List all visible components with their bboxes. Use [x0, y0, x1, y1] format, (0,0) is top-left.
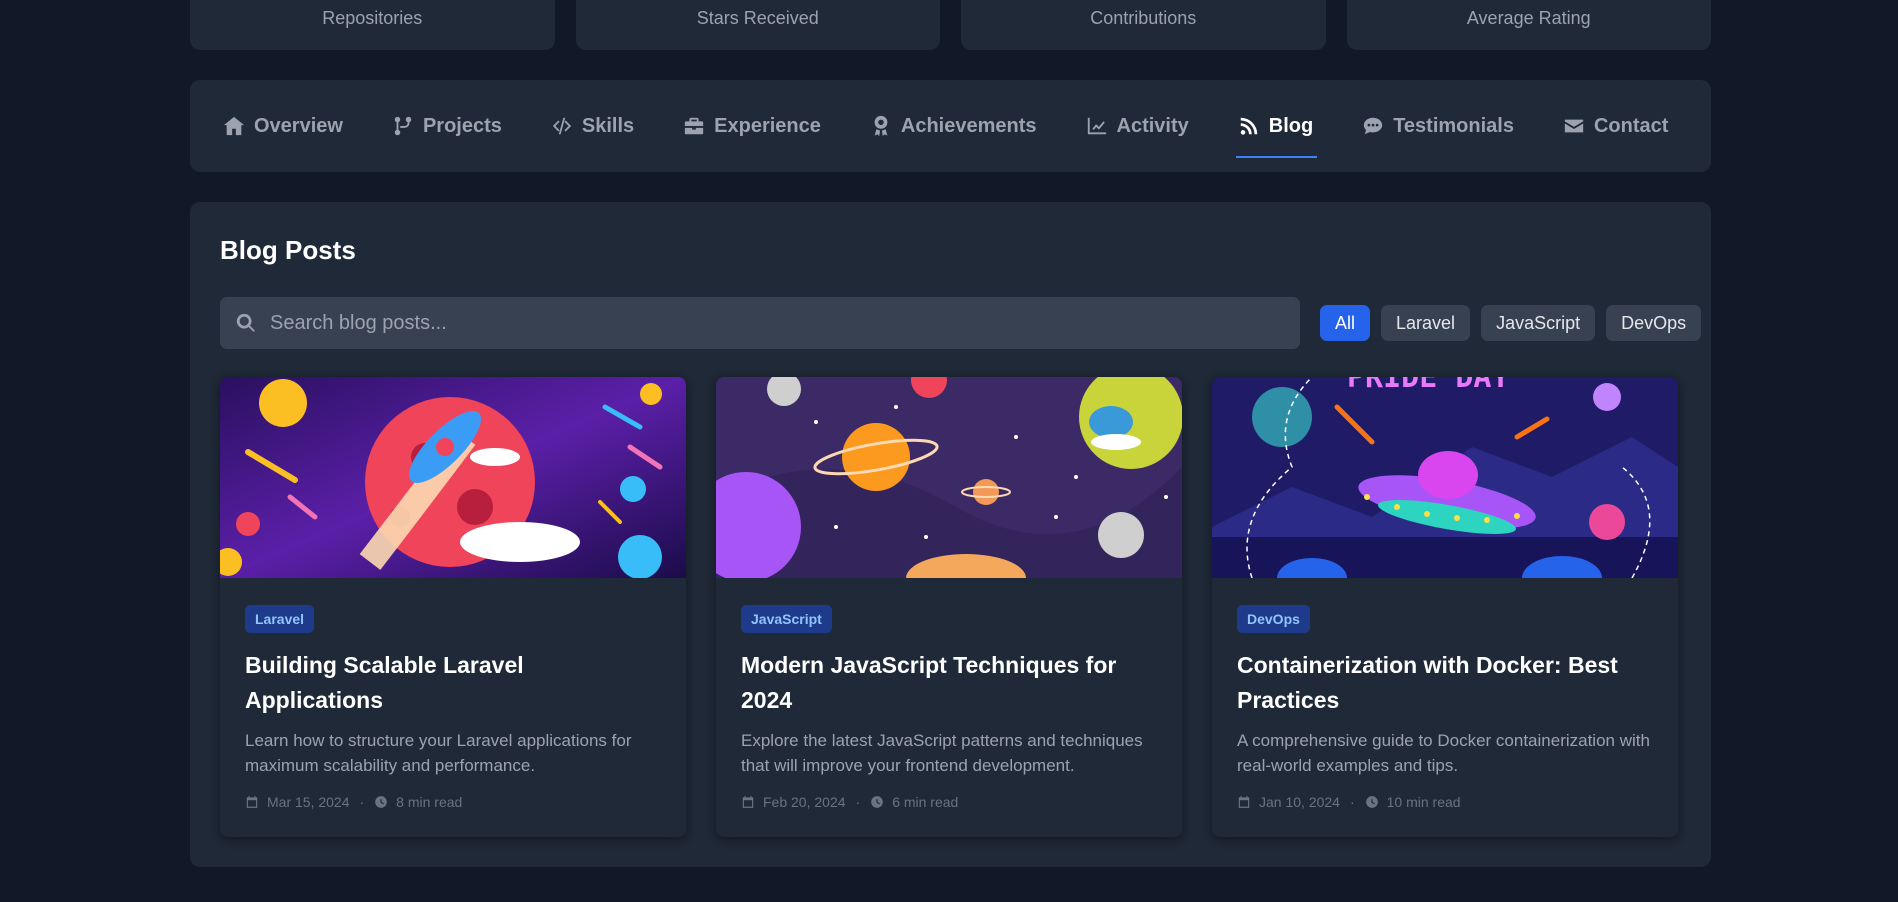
post-tag[interactable]: JavaScript [741, 605, 832, 633]
stat-label: Contributions [1090, 8, 1197, 28]
post-date: Mar 15, 2024 [267, 794, 350, 810]
tab-label: Skills [581, 114, 635, 137]
clock-icon [375, 796, 388, 808]
image-banner-text: PRIDE DAY [1347, 377, 1510, 395]
tab-experience[interactable]: Experience [683, 80, 821, 172]
post-read-time: 6 min read [892, 794, 959, 810]
calendar-icon [246, 796, 258, 808]
blog-card-list: Laravel Building Scalable Laravel Applic… [220, 377, 1678, 837]
blog-card[interactable]: Laravel Building Scalable Laravel Applic… [220, 377, 686, 837]
tab-label: Contact [1593, 114, 1669, 137]
post-read-time: 10 min read [1386, 794, 1461, 810]
clock-icon [1365, 796, 1378, 808]
calendar-icon [742, 796, 754, 808]
post-excerpt: Learn how to structure your Laravel appl… [245, 731, 632, 775]
post-excerpt: Explore the latest JavaScript patterns a… [741, 731, 1143, 775]
post-title[interactable]: Containerization with Docker: Best Pract… [1237, 648, 1653, 718]
tab-achievements[interactable]: Achievements [870, 80, 1037, 172]
award-icon [874, 115, 888, 137]
post-date: Feb 20, 2024 [763, 794, 846, 810]
briefcase-icon [684, 117, 704, 135]
filter-devops[interactable]: DevOps [1606, 305, 1702, 341]
search-icon [236, 313, 255, 332]
stats-row: Repositories Stars Received Contribution… [190, 0, 1711, 50]
stat-card-contributions: Contributions [961, 0, 1326, 50]
post-meta: Jan 10, 2024 · 10 min read [1237, 794, 1653, 810]
envelope-icon [1564, 119, 1584, 133]
code-icon [552, 117, 572, 135]
post-tag[interactable]: Laravel [245, 605, 315, 633]
tab-projects[interactable]: Projects [392, 80, 502, 172]
post-title[interactable]: Building Scalable Laravel Applications [245, 648, 661, 718]
meta-separator: · [855, 794, 861, 810]
tab-label: Achievements [900, 114, 1037, 137]
post-read-time: 8 min read [396, 794, 463, 810]
blog-panel: Blog Posts All Laravel JavaScript DevOps [190, 202, 1711, 867]
panel-title: Blog Posts [220, 235, 356, 265]
rss-icon [1240, 117, 1258, 135]
post-tag[interactable]: DevOps [1237, 605, 1310, 633]
calendar-icon [1238, 796, 1250, 808]
home-icon [223, 116, 245, 136]
filter-javascript[interactable]: JavaScript [1481, 305, 1596, 341]
post-title[interactable]: Modern JavaScript Techniques for 2024 [741, 648, 1157, 718]
tab-skills[interactable]: Skills [551, 80, 634, 172]
post-date: Jan 10, 2024 [1259, 794, 1340, 810]
stat-label: Average Rating [1466, 8, 1591, 28]
tab-label: Activity [1116, 114, 1189, 137]
tab-testimonials[interactable]: Testimonials [1362, 80, 1514, 172]
filter-laravel[interactable]: Laravel [1381, 305, 1471, 341]
filter-all[interactable]: All [1320, 305, 1371, 341]
search-box [220, 297, 1300, 349]
tab-label: Overview [254, 114, 343, 137]
post-meta: Feb 20, 2024 · 6 min read [741, 794, 1157, 810]
post-thumbnail-image [716, 377, 1182, 578]
comment-icon [1364, 117, 1383, 135]
post-excerpt: A comprehensive guide to Docker containe… [1237, 731, 1650, 775]
section-tabs: Overview Projects Skills Experience Achi… [190, 80, 1711, 172]
filter-chips: All Laravel JavaScript DevOps [1320, 305, 1702, 341]
tab-activity[interactable]: Activity [1086, 80, 1189, 172]
post-meta: Mar 15, 2024 · 8 min read [245, 794, 661, 810]
branch-icon [394, 116, 412, 136]
meta-separator: · [1349, 794, 1355, 810]
search-input[interactable] [270, 311, 1270, 335]
stat-label: Stars Received [696, 8, 819, 28]
post-thumbnail-image: PRIDE DAY [1212, 377, 1678, 578]
stat-card-repositories: Repositories [190, 0, 555, 50]
tab-contact[interactable]: Contact [1563, 80, 1668, 172]
tab-label: Blog [1268, 114, 1314, 137]
stat-label: Repositories [322, 8, 423, 28]
blog-card[interactable]: JavaScript Modern JavaScript Techniques … [716, 377, 1182, 837]
meta-separator: · [359, 794, 365, 810]
stat-card-stars: Stars Received [575, 0, 940, 50]
tab-blog[interactable]: Blog [1235, 80, 1318, 172]
tab-label: Experience [714, 114, 821, 137]
post-thumbnail-image [220, 377, 686, 578]
tab-overview[interactable]: Overview [223, 80, 343, 172]
tab-label: Projects [422, 114, 502, 137]
blog-card[interactable]: PRIDE DAY DevOps Containerization with D… [1212, 377, 1678, 837]
chart-line-icon [1087, 117, 1106, 135]
clock-icon [871, 796, 884, 808]
tab-label: Testimonials [1393, 114, 1514, 137]
stat-card-rating: Average Rating [1346, 0, 1711, 50]
